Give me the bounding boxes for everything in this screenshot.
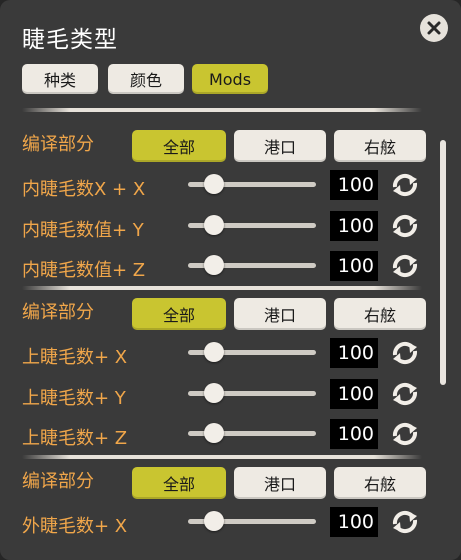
reset-button[interactable] <box>388 170 422 200</box>
option-port-button[interactable]: 港口 <box>234 298 326 330</box>
slider-thumb[interactable] <box>203 174 224 194</box>
slider-label: 内睫毛数值+ Y <box>22 220 144 241</box>
section-label: 编译部分 <box>22 134 94 155</box>
slider-thumb[interactable] <box>203 383 224 403</box>
value-field[interactable]: 100 <box>330 419 378 449</box>
reset-arrows-icon <box>392 382 418 406</box>
slider[interactable] <box>188 423 316 443</box>
panel-title: 睫毛类型 <box>22 27 118 53</box>
value-field[interactable]: 100 <box>330 338 378 368</box>
slider-label: 上睫毛数+ Y <box>22 388 126 409</box>
divider <box>22 108 422 112</box>
slider[interactable] <box>188 255 316 275</box>
reset-button[interactable] <box>388 211 422 241</box>
tab-mods[interactable]: Mods <box>192 64 268 94</box>
reset-arrows-icon <box>392 341 418 365</box>
option-port-button[interactable]: 港口 <box>234 130 326 162</box>
slider-label: 内睫毛数X + X <box>22 179 146 200</box>
divider <box>22 286 422 290</box>
reset-arrows-icon <box>392 422 418 446</box>
value-field[interactable]: 100 <box>330 379 378 409</box>
slider-thumb[interactable] <box>203 255 224 275</box>
slider-thumb[interactable] <box>203 215 224 235</box>
slider-label: 上睫毛数+ X <box>22 347 128 368</box>
reset-button[interactable] <box>388 507 422 537</box>
slider[interactable] <box>188 511 316 531</box>
reset-arrows-icon <box>392 254 418 278</box>
slider[interactable] <box>188 383 316 403</box>
eyelash-type-panel: 睫毛类型 种类 颜色 Mods 编译部分 全部 港口 右舷 内睫毛数X + X … <box>0 0 461 560</box>
slider[interactable] <box>188 342 316 362</box>
reset-arrows-icon <box>392 173 418 197</box>
option-starboard-button[interactable]: 右舷 <box>334 298 426 330</box>
reset-arrows-icon <box>392 214 418 238</box>
value-field[interactable]: 100 <box>330 251 378 281</box>
close-button[interactable] <box>420 14 448 42</box>
tab-kind[interactable]: 种类 <box>22 64 98 94</box>
option-all-button[interactable]: 全部 <box>132 467 226 499</box>
option-port-button[interactable]: 港口 <box>234 467 326 499</box>
slider-label: 内睫毛数值+ Z <box>22 260 146 281</box>
reset-button[interactable] <box>388 379 422 409</box>
slider-thumb[interactable] <box>203 342 224 362</box>
divider <box>22 455 422 459</box>
value-field[interactable]: 100 <box>330 507 378 537</box>
option-starboard-button[interactable]: 右舷 <box>334 467 426 499</box>
slider-label: 上睫毛数+ Z <box>22 428 128 449</box>
value-field[interactable]: 100 <box>330 170 378 200</box>
slider[interactable] <box>188 174 316 194</box>
reset-button[interactable] <box>388 251 422 281</box>
slider-label: 外睫毛数+ X <box>22 516 128 537</box>
reset-button[interactable] <box>388 338 422 368</box>
slider[interactable] <box>188 215 316 235</box>
reset-button[interactable] <box>388 419 422 449</box>
section-label: 编译部分 <box>22 471 94 492</box>
scrollbar[interactable] <box>440 140 446 385</box>
option-all-button[interactable]: 全部 <box>132 130 226 162</box>
option-starboard-button[interactable]: 右舷 <box>334 130 426 162</box>
section-label: 编译部分 <box>22 302 94 323</box>
reset-arrows-icon <box>392 510 418 534</box>
option-all-button[interactable]: 全部 <box>132 298 226 330</box>
close-x-circle-icon <box>427 21 441 35</box>
slider-thumb[interactable] <box>203 511 224 531</box>
slider-thumb[interactable] <box>203 423 224 443</box>
value-field[interactable]: 100 <box>330 211 378 241</box>
tab-color[interactable]: 颜色 <box>108 64 184 94</box>
